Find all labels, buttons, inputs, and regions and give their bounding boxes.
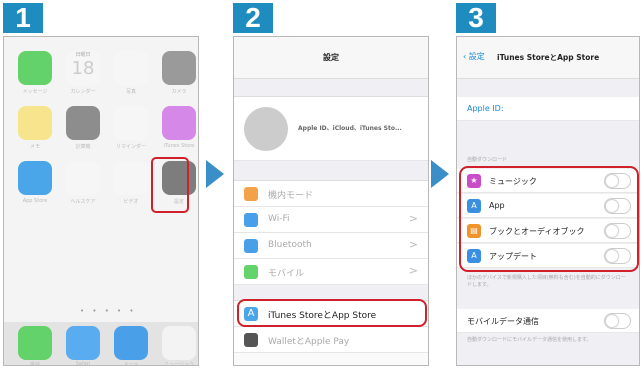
app-label: iTunes Store xyxy=(163,143,195,149)
wallet-row[interactable]: WalletとApple Pay xyxy=(234,327,428,353)
dock: 電話 Safari メール ミュージック xyxy=(4,322,198,366)
settings-row-label: Bluetooth xyxy=(268,240,312,250)
settings-row-icon xyxy=(244,187,258,201)
settings-row-icon xyxy=(244,239,258,253)
calendar-date: 18 xyxy=(71,58,95,79)
settings-row-label: 機内モード xyxy=(268,191,314,201)
settings-row-icon xyxy=(244,213,258,227)
itunes-settings-screen: ‹ 設定 iTunes StoreとApp Store Apple ID: 自動… xyxy=(456,36,640,366)
app-label: リマインダー xyxy=(115,144,146,150)
app-icon[interactable] xyxy=(18,161,52,195)
app-icon[interactable] xyxy=(66,161,100,195)
mobile-data-toggle[interactable] xyxy=(604,313,631,329)
settings-row[interactable]: モバイル > xyxy=(234,259,428,285)
separator xyxy=(234,79,428,97)
footer-note: ほかのデバイスで新規購入した項目(無料も含む)を自動的にダウンロードします。 xyxy=(467,275,626,288)
chevron-right-icon: > xyxy=(408,238,418,251)
mobile-note: 自動ダウンロードにモバイルデータ通信を使用します。 xyxy=(467,337,592,343)
home-screen: メッセージ カレンダー 写真 カメラメモ 計算機 リマインダー iTunes Store Ap… xyxy=(3,36,199,366)
dock-label: ミュージック xyxy=(164,362,194,366)
avatar xyxy=(244,107,288,151)
chevron-right-icon: > xyxy=(408,264,418,277)
dock-icon[interactable] xyxy=(114,326,148,360)
settings-title: 設定 xyxy=(234,37,428,79)
app-icon[interactable] xyxy=(18,106,52,140)
mobile-data-row[interactable]: モバイルデータ通信 xyxy=(457,309,639,333)
dock-label: メール xyxy=(123,362,139,366)
step-number-1: 1 xyxy=(3,3,43,33)
app-label: メモ xyxy=(29,144,40,150)
apple-id-row[interactable]: Apple ID、iCloud、iTunes Sto... xyxy=(234,97,428,161)
wallet-icon xyxy=(244,333,258,347)
apple-id-label: Apple ID、iCloud、iTunes Sto... xyxy=(298,125,402,132)
settings-row-label: Wi-Fi xyxy=(268,214,290,224)
app-icon[interactable] xyxy=(66,106,100,140)
nav-bar: ‹ 設定 iTunes StoreとApp Store xyxy=(457,37,639,79)
settings-row[interactable]: Wi-Fi > xyxy=(234,207,428,233)
app-label: App Store xyxy=(22,198,48,204)
app-icon[interactable] xyxy=(114,106,148,140)
app-label: ヘルスケア xyxy=(70,199,96,205)
app-label: カレンダー xyxy=(70,89,96,95)
app-label: メッセージ xyxy=(22,89,48,95)
back-label: 設定 xyxy=(468,52,485,61)
apple-id-label: Apple ID: xyxy=(467,104,504,113)
settings-highlight xyxy=(151,157,189,213)
step-number-3: 3 xyxy=(456,3,496,33)
wallet-label: WalletとApple Pay xyxy=(268,337,350,347)
app-icon[interactable] xyxy=(162,106,196,140)
dock-icon[interactable] xyxy=(18,326,52,360)
chevron-right-icon: > xyxy=(408,212,418,225)
next-step-arrow-1 xyxy=(206,160,224,188)
dock-label: 電話 xyxy=(29,362,40,366)
app-label: 写真 xyxy=(125,89,136,95)
settings-screen: 設定 Apple ID、iCloud、iTunes Sto... 機内モード Wi… xyxy=(233,36,429,366)
app-label: ビデオ xyxy=(123,199,139,205)
app-label: カメラ xyxy=(171,89,187,95)
back-button[interactable]: ‹ 設定 xyxy=(463,51,485,62)
itunes-highlight xyxy=(237,299,427,327)
app-icon[interactable] xyxy=(114,161,148,195)
dock-label: Safari xyxy=(75,361,91,366)
apple-id-field[interactable]: Apple ID: xyxy=(457,97,639,121)
calendar-day: 日曜日 xyxy=(75,52,91,58)
auto-download-highlight xyxy=(459,166,639,272)
app-icon[interactable] xyxy=(162,51,196,85)
app-icon[interactable] xyxy=(114,51,148,85)
separator xyxy=(234,161,428,181)
page-dots: • • • • • xyxy=(80,307,137,315)
dock-icon[interactable] xyxy=(162,326,196,360)
settings-row-icon xyxy=(244,265,258,279)
app-icon[interactable] xyxy=(18,51,52,85)
section-header: 自動ダウンロード xyxy=(467,157,508,163)
app-label: 計算機 xyxy=(75,144,91,150)
calendar-widget: 日曜日 18 xyxy=(66,51,100,79)
next-step-arrow-2 xyxy=(431,160,449,188)
page-title: iTunes StoreとApp Store xyxy=(497,53,600,62)
mobile-data-label: モバイルデータ通信 xyxy=(467,317,539,326)
settings-row[interactable]: Bluetooth > xyxy=(234,233,428,259)
settings-row[interactable]: 機内モード xyxy=(234,181,428,207)
step-number-2: 2 xyxy=(233,3,273,33)
settings-row-label: モバイル xyxy=(268,269,305,279)
dock-icon[interactable] xyxy=(66,326,100,360)
